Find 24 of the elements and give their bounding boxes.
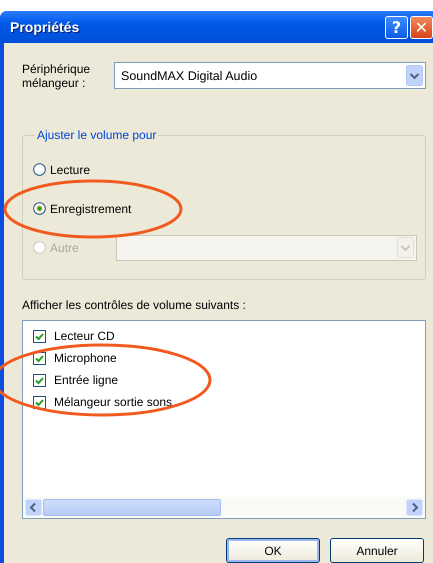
radio-icon[interactable] xyxy=(33,163,46,176)
dialog-button[interactable]: Annuler xyxy=(330,538,424,563)
help-button[interactable]: ? xyxy=(385,16,408,38)
mixer-dropdown[interactable]: SoundMAX Digital Audio xyxy=(114,62,426,89)
list-caption: Afficher les contrôles de volume suivants : xyxy=(22,298,247,312)
checkbox-icon[interactable] xyxy=(33,374,46,386)
radio-icon[interactable] xyxy=(33,202,46,215)
scroll-left-icon[interactable] xyxy=(25,499,42,516)
checkbox-icon[interactable] xyxy=(33,330,46,342)
scrollbar-thumb[interactable] xyxy=(43,499,221,516)
checkbox-item[interactable]: Lecteur CD xyxy=(33,325,415,347)
checkbox-item[interactable]: Microphone xyxy=(33,347,415,369)
group-legend: Ajuster le volume pour xyxy=(35,128,158,142)
dialog-button[interactable]: OK xyxy=(226,538,320,563)
window-title: Propriétés xyxy=(10,19,80,35)
checkbox-icon[interactable] xyxy=(33,396,46,408)
checkbox-item[interactable]: Entrée ligne xyxy=(33,369,415,391)
horizontal-scrollbar[interactable] xyxy=(23,497,425,518)
scroll-right-icon[interactable] xyxy=(406,499,423,516)
mixer-label: Périphérique mélangeur : xyxy=(22,62,92,90)
checkbox-icon[interactable] xyxy=(33,352,46,364)
radio-option[interactable]: Enregistrement xyxy=(33,202,132,216)
radio-option[interactable]: Lecture xyxy=(33,162,116,176)
checkbox-item[interactable]: Mélangeur sortie sons xyxy=(33,391,415,413)
